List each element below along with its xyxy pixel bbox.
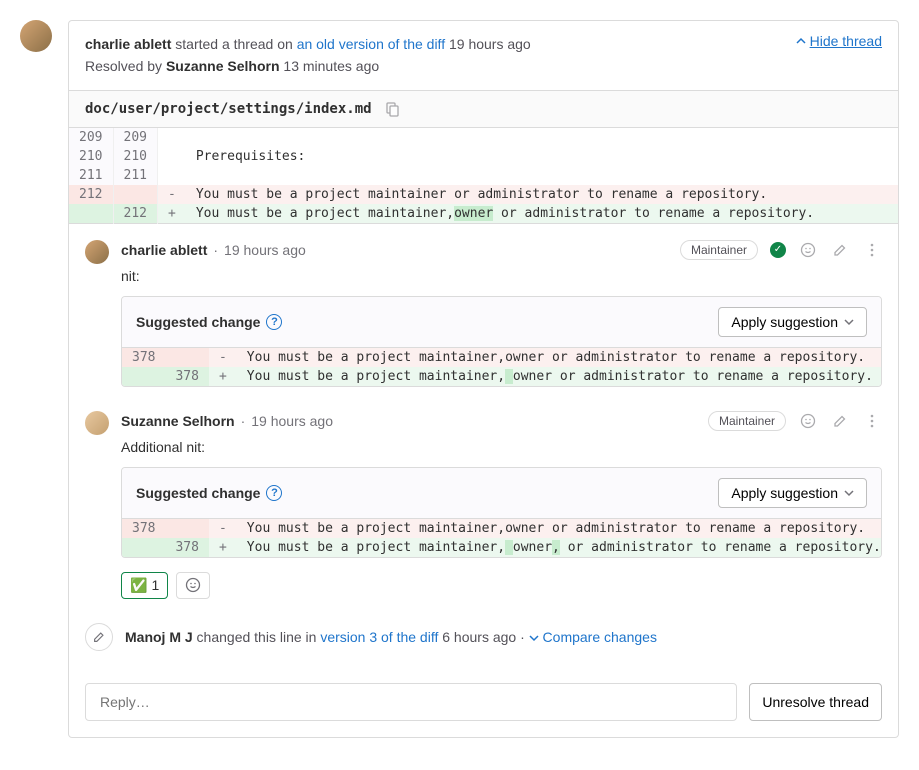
hide-thread-toggle[interactable]: Hide thread xyxy=(796,33,882,49)
add-reaction-button[interactable] xyxy=(176,572,210,599)
diff-version-link[interactable]: an old version of the diff xyxy=(297,36,445,52)
copy-path-icon[interactable] xyxy=(384,101,400,117)
unresolve-thread-button[interactable]: Unresolve thread xyxy=(749,683,882,721)
comment: charlie ablett · 19 hours ago Maintainer… xyxy=(85,240,882,387)
comment: Suzanne Selhorn · 19 hours ago Maintaine… xyxy=(85,411,882,599)
reaction-check[interactable]: ✅ 1 xyxy=(121,572,168,599)
suggestion-title: Suggested change xyxy=(136,314,260,330)
file-header: doc/user/project/settings/index.md xyxy=(69,90,898,128)
role-badge: Maintainer xyxy=(680,240,758,260)
more-icon[interactable] xyxy=(862,240,882,260)
comment-author[interactable]: Suzanne Selhorn xyxy=(121,413,235,429)
suggestion-title: Suggested change xyxy=(136,485,260,501)
comment-text: nit: xyxy=(121,268,882,284)
help-icon[interactable]: ? xyxy=(266,314,282,330)
thread-card: charlie ablett started a thread on an ol… xyxy=(68,20,899,738)
resolver-name[interactable]: Suzanne Selhorn xyxy=(166,58,280,74)
pencil-icon xyxy=(85,623,113,651)
thread-starter-name[interactable]: charlie ablett xyxy=(85,36,171,52)
diff-added-line: 212+You must be a project maintainer,own… xyxy=(69,204,898,224)
comment-time: 19 hours ago xyxy=(251,413,333,429)
chevron-up-icon xyxy=(796,36,806,46)
reply-input[interactable] xyxy=(85,683,737,721)
system-note: Manoj M J changed this line in version 3… xyxy=(85,623,882,651)
emoji-icon[interactable] xyxy=(798,411,818,431)
resolved-by-label: Resolved by xyxy=(85,58,166,74)
more-icon[interactable] xyxy=(862,411,882,431)
resolved-check-icon[interactable]: ✓ xyxy=(770,242,786,258)
comment-time: 19 hours ago xyxy=(224,242,306,258)
emoji-icon[interactable] xyxy=(798,240,818,260)
apply-suggestion-button[interactable]: Apply suggestion xyxy=(718,307,867,337)
role-badge: Maintainer xyxy=(708,411,786,431)
system-note-author[interactable]: Manoj M J xyxy=(125,629,193,645)
diff-context: 209209 210210Prerequisites: 211211 212-Y… xyxy=(69,128,898,224)
thread-starter-avatar[interactable] xyxy=(20,20,52,52)
suggestion-box: Suggested change ? Apply suggestion xyxy=(121,296,882,387)
help-icon[interactable]: ? xyxy=(266,485,282,501)
chevron-down-icon xyxy=(529,633,539,643)
diff-version-link[interactable]: version 3 of the diff xyxy=(320,629,438,645)
comment-text: Additional nit: xyxy=(121,439,882,455)
edit-icon[interactable] xyxy=(830,411,850,431)
chevron-down-icon xyxy=(844,317,854,327)
apply-suggestion-button[interactable]: Apply suggestion xyxy=(718,478,867,508)
chevron-down-icon xyxy=(844,488,854,498)
edit-icon[interactable] xyxy=(830,240,850,260)
compare-changes-link[interactable]: Compare changes xyxy=(543,629,657,645)
suggestion-box: Suggested change ? Apply suggestion xyxy=(121,467,882,558)
comment-author[interactable]: charlie ablett xyxy=(121,242,207,258)
thread-action-text: started a thread on xyxy=(171,36,296,52)
comment-avatar[interactable] xyxy=(85,411,109,435)
file-path[interactable]: doc/user/project/settings/index.md xyxy=(85,101,372,117)
diff-removed-line: 212-You must be a project maintainer or … xyxy=(69,185,898,204)
system-note-time: 6 hours ago xyxy=(442,629,516,645)
resolved-time: 13 minutes ago xyxy=(283,58,379,74)
thread-header: charlie ablett started a thread on an ol… xyxy=(69,21,898,90)
comment-avatar[interactable] xyxy=(85,240,109,264)
thread-start-time: 19 hours ago xyxy=(449,36,531,52)
